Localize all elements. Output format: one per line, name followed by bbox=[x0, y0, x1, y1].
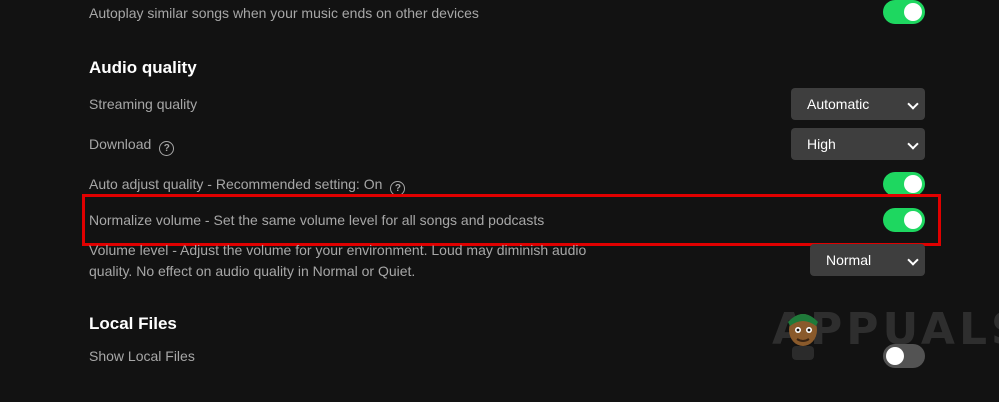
settings-page: Autoplay similar songs when your music e… bbox=[0, 0, 999, 402]
download-label-row: Download? bbox=[89, 136, 175, 156]
volume-level-value: Normal bbox=[826, 252, 872, 268]
toggle-knob bbox=[904, 3, 922, 21]
auto-adjust-toggle[interactable] bbox=[883, 172, 925, 196]
auto-adjust-label: Auto adjust quality - Recommended settin… bbox=[89, 176, 383, 192]
highlight-box bbox=[82, 194, 941, 246]
streaming-quality-label: Streaming quality bbox=[89, 96, 198, 112]
streaming-quality-select[interactable]: Automatic bbox=[791, 88, 925, 120]
chevron-down-icon bbox=[907, 138, 919, 150]
help-icon[interactable]: ? bbox=[159, 141, 175, 156]
streaming-quality-value: Automatic bbox=[807, 96, 870, 112]
mascot-logo-icon bbox=[788, 314, 818, 360]
download-quality-value: High bbox=[807, 136, 836, 152]
show-local-files-label: Show Local Files bbox=[89, 348, 195, 364]
show-local-files-toggle[interactable] bbox=[883, 344, 925, 368]
download-quality-select[interactable]: High bbox=[791, 128, 925, 160]
autoplay-label: Autoplay similar songs when your music e… bbox=[89, 5, 479, 21]
toggle-knob bbox=[904, 175, 922, 193]
auto-adjust-label-row: Auto adjust quality - Recommended settin… bbox=[89, 176, 406, 196]
download-label: Download bbox=[89, 136, 152, 152]
volume-level-label: Volume level - Adjust the volume for you… bbox=[89, 242, 587, 279]
local-files-title: Local Files bbox=[89, 314, 177, 333]
toggle-knob bbox=[886, 347, 904, 365]
volume-level-select[interactable]: Normal bbox=[810, 244, 925, 276]
chevron-down-icon bbox=[907, 98, 919, 110]
autoplay-toggle[interactable] bbox=[883, 0, 925, 24]
audio-quality-title: Audio quality bbox=[89, 58, 197, 77]
chevron-down-icon bbox=[907, 254, 919, 266]
